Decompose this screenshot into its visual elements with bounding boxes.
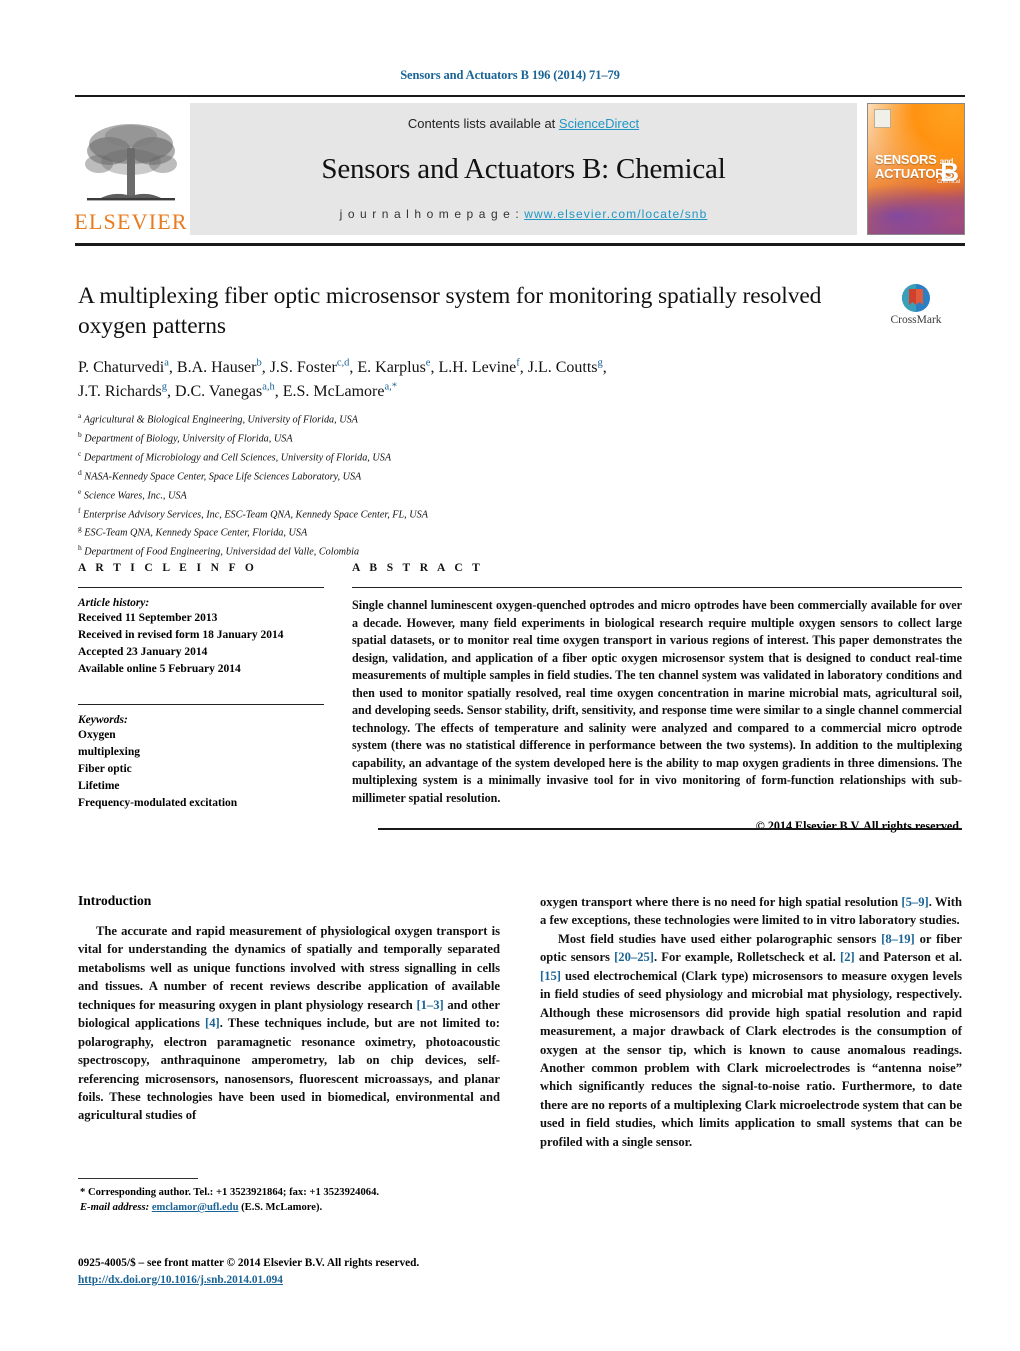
affiliation-item: e Science Wares, Inc., USA (78, 486, 187, 502)
abstract-heading: A B S T R A C T (352, 562, 484, 574)
affiliation-text: Department of Biology, University of Flo… (84, 433, 293, 445)
keyword-item: Lifetime (78, 780, 120, 793)
citation-ref[interactable]: [1–3] (416, 998, 443, 1012)
cover-bottom-blob (868, 180, 964, 234)
affiliation-text: Agricultural & Biological Engineering, U… (83, 414, 358, 426)
affiliation-text: ESC-Team QNA, Kennedy Space Center, Flor… (84, 527, 308, 539)
abstract-bottom-rule (378, 828, 962, 830)
journal-title: Sensors and Actuators B: Chemical (321, 152, 726, 185)
author-line-2: J.T. Richardsg, D.C. Vanegasa,h, E.S. Mc… (78, 381, 398, 400)
front-matter-block: 0925-4005/$ – see front matter © 2014 El… (78, 1255, 538, 1289)
article-history-item: Available online 5 February 2014 (78, 663, 241, 676)
journal-article-page: Sensors and Actuators B 196 (2014) 71–79 (0, 0, 1020, 1351)
journal-homepage-line: j o u r n a l h o m e p a g e : www.else… (340, 207, 708, 221)
elsevier-logo: ELSEVIER (74, 103, 188, 235)
title-top-rule (75, 243, 965, 246)
affiliation-item: g ESC-Team QNA, Kennedy Space Center, Fl… (78, 524, 308, 539)
article-info-rule (78, 587, 324, 588)
info-abstract-region: A R T I C L E I N F O Article history: R… (78, 562, 962, 834)
affiliation-item: f Enterprise Advisory Services, Inc, ESC… (78, 505, 428, 520)
citation-ref[interactable]: [20–25] (614, 950, 654, 964)
abstract-body: Single channel luminescent oxygen-quench… (352, 598, 962, 805)
corresponding-author-footnote: * Corresponding author. Tel.: +1 3523921… (78, 1178, 500, 1215)
author-list: P. Chaturvedia, B.A. Hauserb, J.S. Foste… (78, 355, 858, 404)
body-right-column: oxygen transport where there is no need … (540, 893, 962, 1151)
keyword-item: Fiber optic (78, 763, 132, 776)
article-info-heading: A R T I C L E I N F O (78, 562, 258, 574)
sciencedirect-link[interactable]: ScienceDirect (559, 116, 639, 131)
citation-ref[interactable]: [8–19] (881, 932, 915, 946)
email-line: E-mail address: emclamor@ufl.edu (E.S. M… (78, 1200, 500, 1215)
citation-ref[interactable]: [4] (205, 1016, 220, 1030)
crossmark-badge[interactable]: CrossMark (868, 283, 964, 326)
crossmark-circle-icon (902, 284, 930, 312)
front-matter-line: 0925-4005/$ – see front matter © 2014 El… (78, 1257, 420, 1269)
introduction-heading: Introduction (78, 893, 152, 908)
email-owner: (E.S. McLamore). (241, 1202, 323, 1214)
article-history-item: Accepted 23 January 2014 (78, 646, 208, 659)
homepage-label: j o u r n a l h o m e p a g e : (339, 207, 525, 221)
body-columns: Introduction The accurate and rapid meas… (78, 893, 962, 1151)
affiliation-item: c Department of Microbiology and Cell Sc… (78, 448, 392, 464)
body-left-column: Introduction The accurate and rapid meas… (78, 893, 500, 1151)
affiliation-item: a Agricultural & Biological Engineering,… (78, 411, 358, 426)
elsevier-tree-icon (85, 124, 177, 201)
elsevier-wordmark: ELSEVIER (74, 209, 188, 234)
introduction-paragraph-right-1: oxygen transport where there is no need … (540, 895, 962, 928)
footnote-rule (78, 1178, 198, 1179)
page-title: A multiplexing fiber optic microsensor s… (78, 283, 822, 339)
keywords-rule (78, 704, 324, 706)
affiliation-text: Department of Food Engineering, Universi… (84, 546, 360, 558)
introduction-paragraph-right-2: Most field studies have used either pola… (540, 931, 962, 1149)
corresponding-author-line: * Corresponding author. Tel.: +1 3523921… (80, 1187, 380, 1198)
affiliation-item: h Department of Food Engineering, Univer… (78, 543, 360, 558)
affiliation-text: Science Wares, Inc., USA (83, 490, 187, 502)
article-history-item: Received in revised form 18 January 2014 (78, 629, 284, 642)
abstract-copyright: © 2014 Elsevier B.V. All rights reserved… (755, 819, 962, 834)
affiliation-item: b Department of Biology, University of F… (78, 429, 293, 445)
keyword-item: Oxygen (78, 729, 116, 742)
citation-ref[interactable]: [2] (840, 950, 855, 964)
contents-lists-line: Contents lists available at ScienceDirec… (408, 116, 639, 131)
cover-subtitle: Chemical (937, 179, 960, 186)
contents-prefix: Contents lists available at (407, 116, 559, 131)
crossmark-label: CrossMark (890, 314, 942, 326)
email-link[interactable]: emclamor@ufl.edu (152, 1202, 239, 1213)
doi-link[interactable]: http://dx.doi.org/10.1016/j.snb.2014.01.… (78, 1274, 283, 1286)
running-head: Sensors and Actuators B 196 (2014) 71–79 (400, 68, 620, 82)
introduction-paragraph-left: The accurate and rapid measurement of ph… (78, 924, 500, 1123)
citation-ref[interactable]: [15] (540, 969, 561, 983)
abstract-rule (352, 587, 962, 588)
cover-elsevier-mark-icon (874, 109, 891, 128)
article-history-item: Received 11 September 2013 (78, 612, 218, 624)
author-line-1: P. Chaturvedia, B.A. Hauserb, J.S. Foste… (78, 357, 607, 376)
affiliation-list: a Agricultural & Biological Engineering,… (78, 410, 678, 561)
journal-cover-thumbnail[interactable]: SENSORS and ACTUATORS B Chemical (867, 103, 965, 235)
journal-homepage-link[interactable]: www.elsevier.com/locate/snb (524, 207, 707, 221)
affiliation-text: NASA-Kennedy Space Center, Space Life Sc… (84, 471, 362, 483)
keyword-item: multiplexing (78, 746, 140, 759)
article-info-column: A R T I C L E I N F O Article history: R… (78, 562, 324, 834)
keywords-label: Keywords: (78, 714, 128, 727)
affiliation-item: d NASA-Kennedy Space Center, Space Life … (78, 467, 362, 483)
article-history-label: Article history: (78, 597, 150, 609)
email-label: E-mail address: (80, 1202, 150, 1214)
masthead-center-panel: Contents lists available at ScienceDirec… (190, 103, 857, 235)
abstract-column: A B S T R A C T Single channel luminesce… (352, 562, 962, 834)
citation-ref[interactable]: [5–9] (901, 895, 928, 909)
journal-masthead: ELSEVIER Contents lists available at Sci… (74, 95, 965, 237)
keyword-item: Frequency-modulated excitation (78, 797, 238, 810)
crossmark-icon (901, 283, 931, 313)
affiliation-text: Department of Microbiology and Cell Scie… (83, 452, 392, 464)
affiliation-text: Enterprise Advisory Services, Inc, ESC-T… (83, 508, 428, 520)
title-block: A multiplexing fiber optic microsensor s… (78, 282, 858, 404)
